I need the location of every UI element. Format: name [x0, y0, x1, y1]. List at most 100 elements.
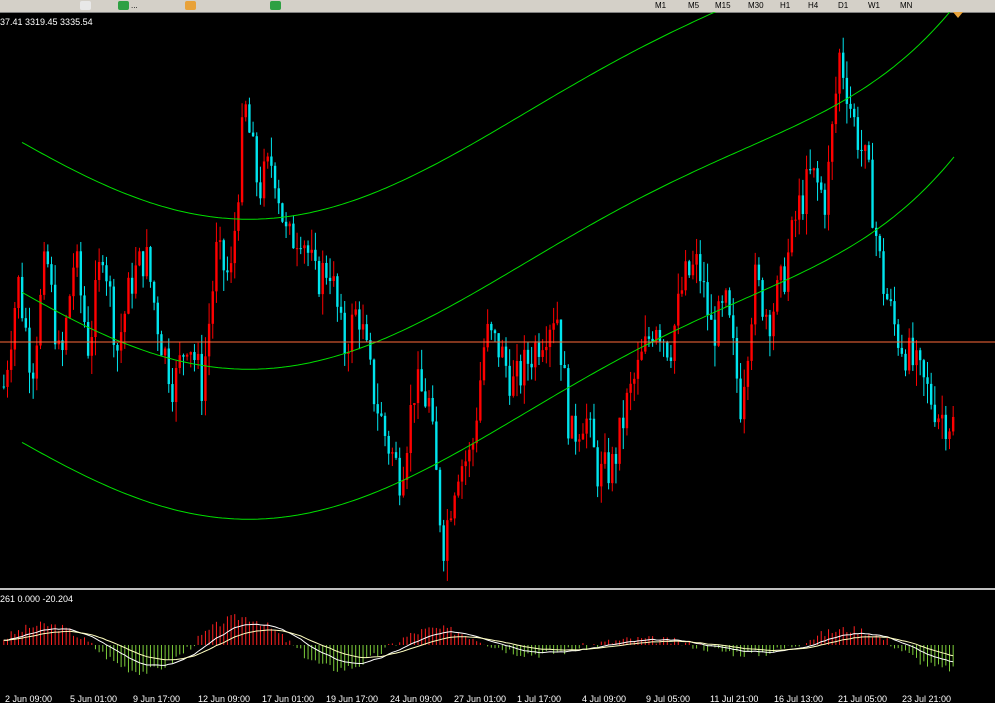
candle-body: [215, 241, 218, 292]
candle-body: [948, 431, 951, 439]
candle-body: [680, 290, 684, 294]
candle-body: [677, 293, 680, 326]
candle-body: [416, 369, 420, 404]
plus-green-icon: [118, 1, 129, 10]
candle-body: [435, 421, 438, 470]
candle-body: [207, 323, 211, 357]
candle-body: [383, 415, 387, 436]
candle-body: [710, 315, 713, 320]
candle-body: [537, 342, 541, 357]
candle-body: [798, 195, 801, 220]
candle-body: [922, 360, 926, 378]
candle-body: [567, 368, 570, 439]
candle-body: [530, 363, 533, 368]
toolbar-tf-w1-button[interactable]: W1: [868, 0, 880, 11]
candle-body: [284, 221, 288, 227]
candle-body: [479, 380, 482, 421]
time-axis-label: 21 Jul 05:00: [838, 694, 887, 703]
candle-body: [757, 264, 761, 281]
candle-body: [578, 439, 581, 442]
candle-body: [801, 195, 805, 215]
diamond-icon: [185, 1, 196, 10]
candle-body: [600, 463, 603, 487]
candle-body: [885, 293, 889, 300]
candle-body: [64, 317, 68, 351]
candle-body: [204, 356, 207, 401]
candle-body: [325, 262, 328, 278]
candle-body: [501, 346, 504, 358]
candle-body: [468, 449, 471, 462]
candle-body: [739, 378, 742, 420]
candle-body: [398, 457, 401, 496]
candle-body: [332, 276, 335, 282]
candle-body: [409, 405, 412, 454]
time-axis-label: 16 Jul 13:00: [774, 694, 823, 703]
play-green-icon: [270, 1, 281, 10]
toolbar-tf-m30-button[interactable]: M30: [748, 0, 764, 11]
candle-body: [761, 280, 764, 317]
candle-body: [904, 353, 907, 371]
candle-body: [724, 290, 728, 303]
candle-body: [581, 433, 585, 440]
magnifier-minus-icon: [80, 1, 91, 10]
macd-chart[interactable]: 2 Jun 09:00 5 Jun 01:00 9 Jun 17:00 12 Jun …: [0, 590, 995, 703]
candle-body: [277, 188, 280, 204]
candle-body: [420, 369, 423, 392]
candle-body: [13, 308, 17, 350]
candle-body: [295, 248, 299, 250]
candle-body: [728, 290, 731, 316]
candle-body: [482, 347, 486, 381]
time-axis-label: 23 Jul 21:00: [902, 694, 951, 703]
candle-body: [929, 383, 933, 405]
candle-body: [614, 454, 618, 464]
candle-body: [53, 284, 57, 345]
candle-body: [691, 264, 695, 276]
candle-body: [35, 345, 39, 379]
time-axis-label: 11 Jul 21:00: [710, 694, 758, 703]
candle-body: [534, 342, 537, 368]
toolbar-tf-h1-button[interactable]: H1: [780, 0, 790, 11]
toolbar-tf-m5-button[interactable]: M5: [688, 0, 699, 11]
candle-body: [376, 404, 379, 414]
candle-body: [493, 330, 497, 334]
candle-body: [365, 324, 368, 341]
candle-body: [101, 261, 104, 266]
time-axis-label: 19 Jun 17:00: [326, 694, 378, 703]
price-chart[interactable]: [0, 12, 995, 588]
regression-channel-line: [21, 12, 717, 220]
toolbar-tf-m15-button[interactable]: M15: [715, 0, 731, 11]
candle-body: [706, 282, 709, 316]
candle-body: [787, 252, 790, 292]
toolbar-tf-mn-button[interactable]: MN: [900, 0, 912, 11]
toolbar-tf-d1-button[interactable]: D1: [838, 0, 848, 11]
toolbar-tf-m1-button[interactable]: M1: [655, 0, 666, 11]
toolbar-new-order-button[interactable]: ...: [118, 0, 138, 11]
candle-body: [907, 337, 911, 371]
candle-body: [460, 466, 464, 482]
candle-body: [427, 397, 431, 407]
macd-signal-line: [3, 629, 954, 661]
candle-body: [464, 461, 467, 467]
candle-body: [112, 286, 115, 345]
toolbar-tf-h4-button[interactable]: H4: [808, 0, 818, 11]
candle-body: [497, 333, 500, 358]
candle-body: [314, 249, 317, 261]
candle-body: [28, 327, 31, 373]
candle-body: [171, 384, 174, 403]
candle-body: [413, 403, 416, 406]
candle-body: [354, 309, 357, 315]
candle-body: [391, 452, 394, 454]
candle-body: [699, 254, 702, 282]
candle-body: [765, 314, 768, 317]
candle-body: [735, 338, 739, 379]
candle-body: [842, 52, 845, 78]
candle-body: [262, 161, 266, 199]
candle-body: [240, 117, 244, 203]
candle-body: [251, 132, 255, 137]
candle-body: [336, 276, 339, 307]
candle-body: [50, 264, 53, 285]
candle-body: [526, 349, 530, 364]
time-axis-label: 27 Jun 01:00: [454, 694, 506, 703]
candle-body: [790, 220, 794, 253]
candle-body: [779, 266, 783, 281]
